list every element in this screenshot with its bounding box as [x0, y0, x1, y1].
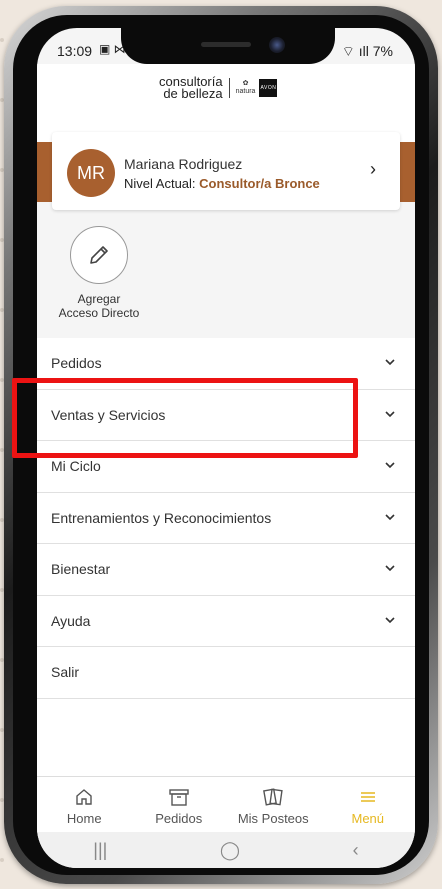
- menu-empty-space: [37, 698, 415, 779]
- phone-screen: 13:09 ▣ ⋈ ⌔ ıll 7% consultoría de bellez…: [37, 28, 415, 868]
- pencil-icon: [90, 246, 108, 264]
- front-camera: [269, 37, 285, 53]
- menu-item-mi-ciclo[interactable]: Mi Ciclo: [37, 441, 415, 493]
- nav-label: Home: [66, 811, 102, 826]
- nav-pedidos[interactable]: Pedidos: [132, 777, 227, 832]
- chevron-down-icon: [385, 616, 395, 623]
- avon-logo: AVON: [259, 79, 278, 97]
- profile-card[interactable]: MR Mariana Rodriguez Nivel Actual: Consu…: [52, 132, 400, 210]
- menu-item-label: Entrenamientos y Reconocimientos: [51, 509, 272, 526]
- notch: [121, 28, 335, 64]
- chevron-down-icon: [385, 410, 395, 417]
- box-icon: [169, 789, 189, 806]
- menu-item-salir[interactable]: Salir: [37, 647, 415, 699]
- menu-item-label: Mi Ciclo: [51, 458, 101, 475]
- menu-item-ayuda[interactable]: Ayuda: [37, 596, 415, 647]
- brand-separator: [228, 78, 230, 98]
- menu-item-pedidos[interactable]: Pedidos: [37, 338, 415, 390]
- wifi-signal-icon: ⌔ ıll: [341, 43, 373, 59]
- brand-logo: consultoría de belleza ✿ natura AVON: [159, 75, 278, 101]
- chevron-down-icon: [385, 565, 395, 572]
- status-right: ⌔ ıll 7%: [342, 43, 393, 61]
- hamburger-icon: [360, 792, 375, 802]
- home-icon: [76, 789, 92, 805]
- natura-logo: ✿ natura: [236, 80, 256, 96]
- menu-item-label: Pedidos: [51, 355, 102, 372]
- status-time: 13:09: [57, 43, 93, 59]
- menu-item-label: Ventas y Servicios: [51, 406, 166, 423]
- posts-icon: [263, 788, 283, 806]
- menu-item-label: Ayuda: [51, 612, 91, 629]
- avatar: MR: [67, 149, 115, 197]
- back-icon[interactable]: ‹: [353, 840, 359, 861]
- nav-menu[interactable]: Menú: [321, 777, 416, 832]
- shortcut-label: Agregar Acceso Directo: [47, 292, 151, 320]
- add-shortcut-button[interactable]: Agregar Acceso Directo: [47, 226, 151, 320]
- nav-home[interactable]: Home: [37, 777, 132, 832]
- menu-item-ventas-servicios[interactable]: Ventas y Servicios: [37, 390, 415, 441]
- bottom-nav: Home Pedidos Mis Posteos Menú: [37, 776, 415, 832]
- chevron-down-icon: [385, 462, 395, 469]
- nav-label: Pedidos: [155, 811, 203, 826]
- menu-item-entrenamientos[interactable]: Entrenamientos y Reconocimientos: [37, 493, 415, 544]
- natura-symbol-icon: ✿: [242, 80, 249, 87]
- menu-item-label: Salir: [51, 664, 80, 681]
- shortcut-label-line1: Agregar: [77, 292, 121, 306]
- menu-item-bienestar[interactable]: Bienestar: [37, 544, 415, 596]
- profile-name: Mariana Rodriguez: [124, 156, 243, 172]
- battery-level: 7%: [372, 43, 393, 59]
- level-prefix: Nivel Actual:: [124, 176, 200, 191]
- app-header: consultoría de belleza ✿ natura AVON: [37, 64, 415, 142]
- nav-label: Mis Posteos: [237, 811, 309, 826]
- natura-text: natura: [235, 88, 256, 95]
- menu-item-label: Bienestar: [51, 561, 111, 578]
- nav-mis-posteos[interactable]: Mis Posteos: [226, 777, 321, 832]
- main-menu: Pedidos Ventas y Servicios Mi Ciclo Entr…: [37, 338, 415, 779]
- recents-icon[interactable]: |||: [93, 840, 107, 861]
- brand-name: consultoría de belleza: [159, 75, 223, 101]
- shortcut-circle[interactable]: [70, 226, 128, 284]
- chevron-down-icon: [385, 359, 395, 366]
- chevron-right-icon: ›: [370, 159, 376, 179]
- home-circle-icon[interactable]: ◯: [220, 840, 240, 861]
- profile-level: Nivel Actual: Consultor/a Bronce: [124, 176, 320, 191]
- speaker: [201, 42, 251, 47]
- chevron-down-icon: [385, 513, 395, 520]
- level-value: Consultor/a Bronce: [199, 176, 320, 191]
- android-nav-bar: ||| ◯ ‹: [37, 832, 415, 868]
- shortcut-label-line2: Acceso Directo: [58, 306, 140, 320]
- brand-line2: de belleza: [163, 86, 223, 101]
- nav-label: Menú: [351, 811, 385, 826]
